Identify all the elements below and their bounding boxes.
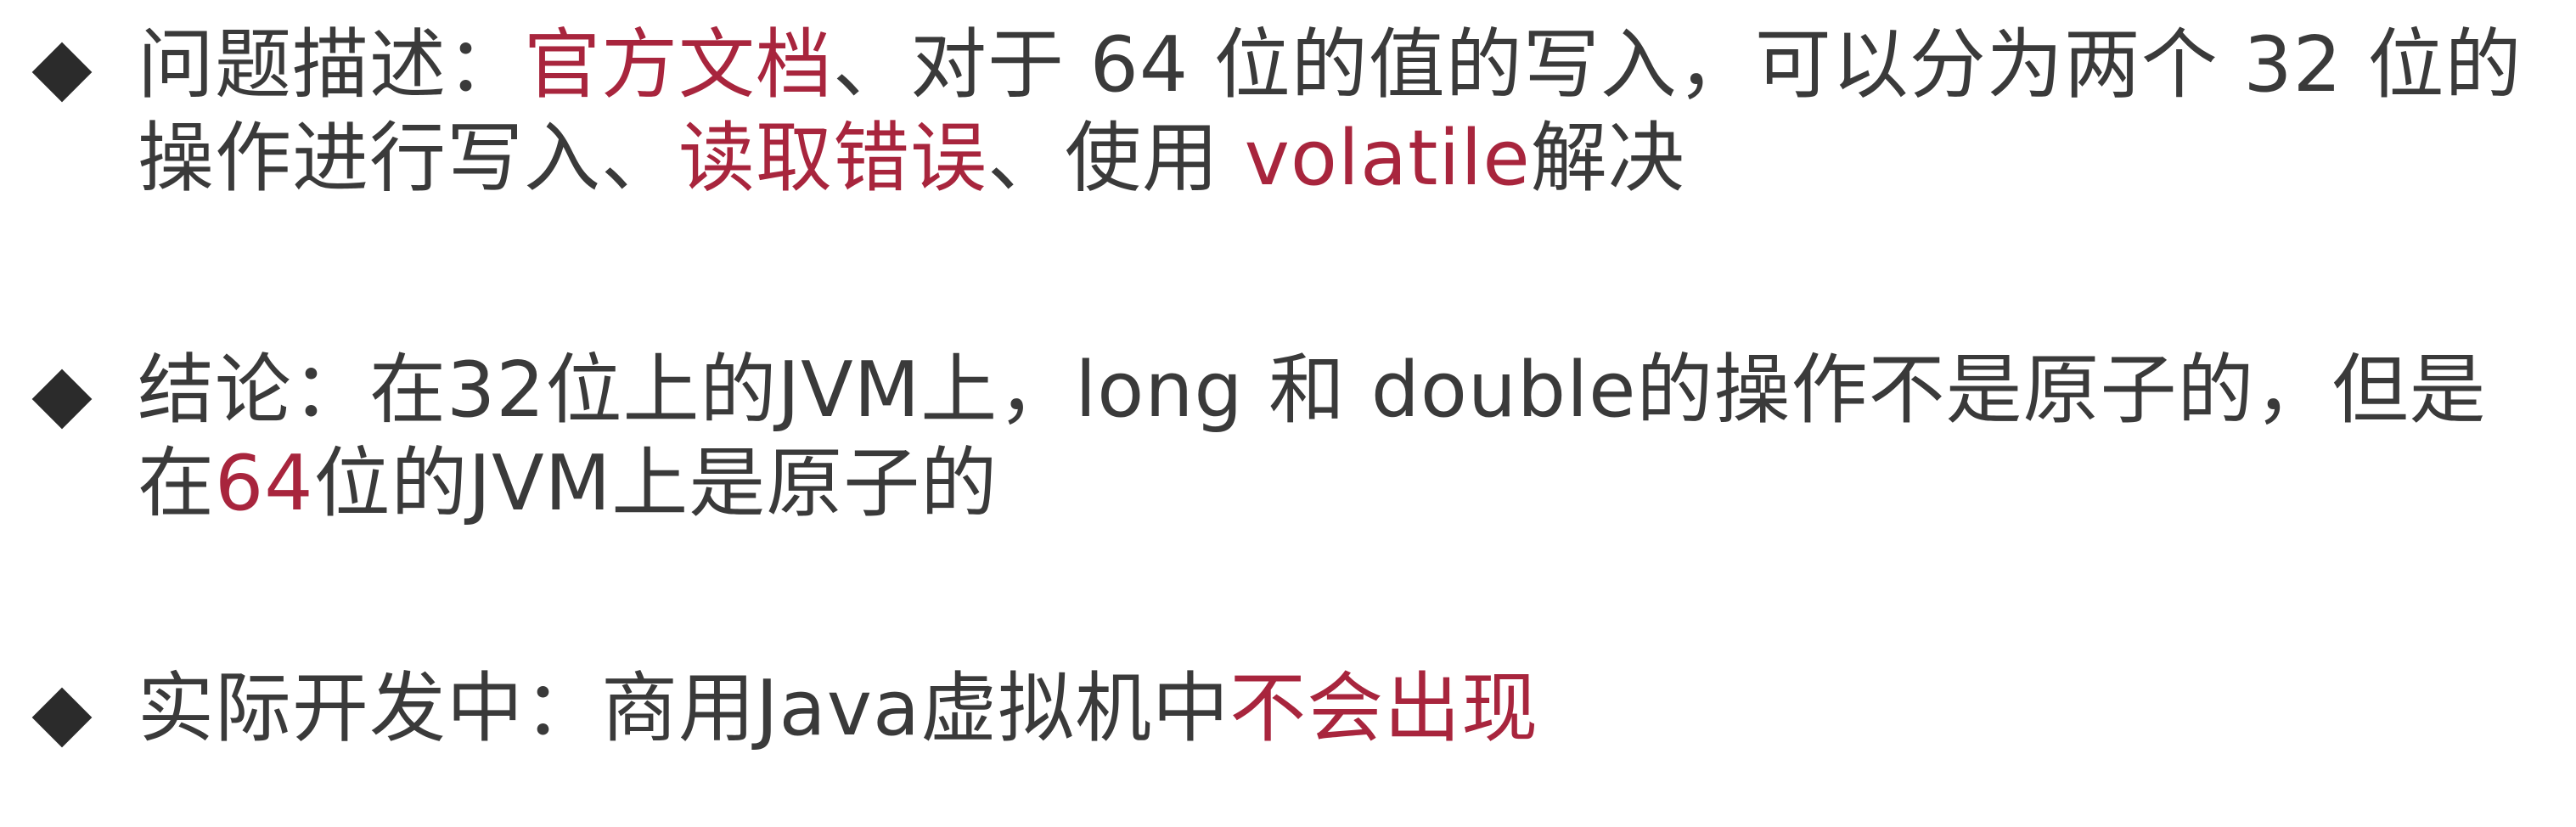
text-run: 位的JVM上是原子的 bbox=[313, 439, 998, 528]
highlight-text: 64 bbox=[215, 439, 314, 528]
bullet-line: 操作进行写入、读取错误、使用 volatile解决 bbox=[138, 112, 2576, 205]
text-run: 、使用 bbox=[987, 114, 1245, 203]
text-run: 结论：在32位上的JVM上，long 和 double的操作不是原子的，但是 bbox=[138, 346, 2487, 435]
diamond-bullet-icon bbox=[31, 42, 93, 103]
text-run: 在 bbox=[138, 439, 215, 528]
bullet-line: 结论：在32位上的JVM上，long 和 double的操作不是原子的，但是 bbox=[138, 344, 2576, 437]
highlight-text: 读取错误 bbox=[678, 114, 987, 203]
slide: 问题描述：官方文档、对于 64 位的值的写入，可以分为两个 32 位的 操作进行… bbox=[0, 0, 2576, 827]
diamond-bullet-icon bbox=[31, 368, 93, 430]
text-run: 解决 bbox=[1530, 114, 1685, 203]
bullet-line: 问题描述：官方文档、对于 64 位的值的写入，可以分为两个 32 位的 bbox=[138, 19, 2576, 112]
text-run: 操作进行写入、 bbox=[138, 114, 678, 203]
text-run: 实际开发中：商用Java虚拟机中 bbox=[138, 664, 1230, 753]
highlight-text: volatile bbox=[1244, 114, 1531, 203]
highlight-text: 官方文档 bbox=[524, 20, 833, 110]
text-run: 、对于 64 位的值的写入，可以分为两个 32 位的 bbox=[833, 20, 2523, 110]
bullet-text-3: 实际开发中：商用Java虚拟机中不会出现 bbox=[138, 662, 2576, 756]
bullet-text-2: 结论：在32位上的JVM上，long 和 double的操作不是原子的，但是 在… bbox=[138, 344, 2576, 531]
bullet-text-1: 问题描述：官方文档、对于 64 位的值的写入，可以分为两个 32 位的 操作进行… bbox=[138, 19, 2576, 205]
highlight-text: 不会出现 bbox=[1229, 664, 1539, 753]
diamond-bullet-icon bbox=[31, 687, 93, 748]
bullet-line: 在64位的JVM上是原子的 bbox=[138, 437, 2576, 531]
bullet-line: 实际开发中：商用Java虚拟机中不会出现 bbox=[138, 662, 2576, 756]
text-run: 问题描述： bbox=[138, 20, 524, 110]
